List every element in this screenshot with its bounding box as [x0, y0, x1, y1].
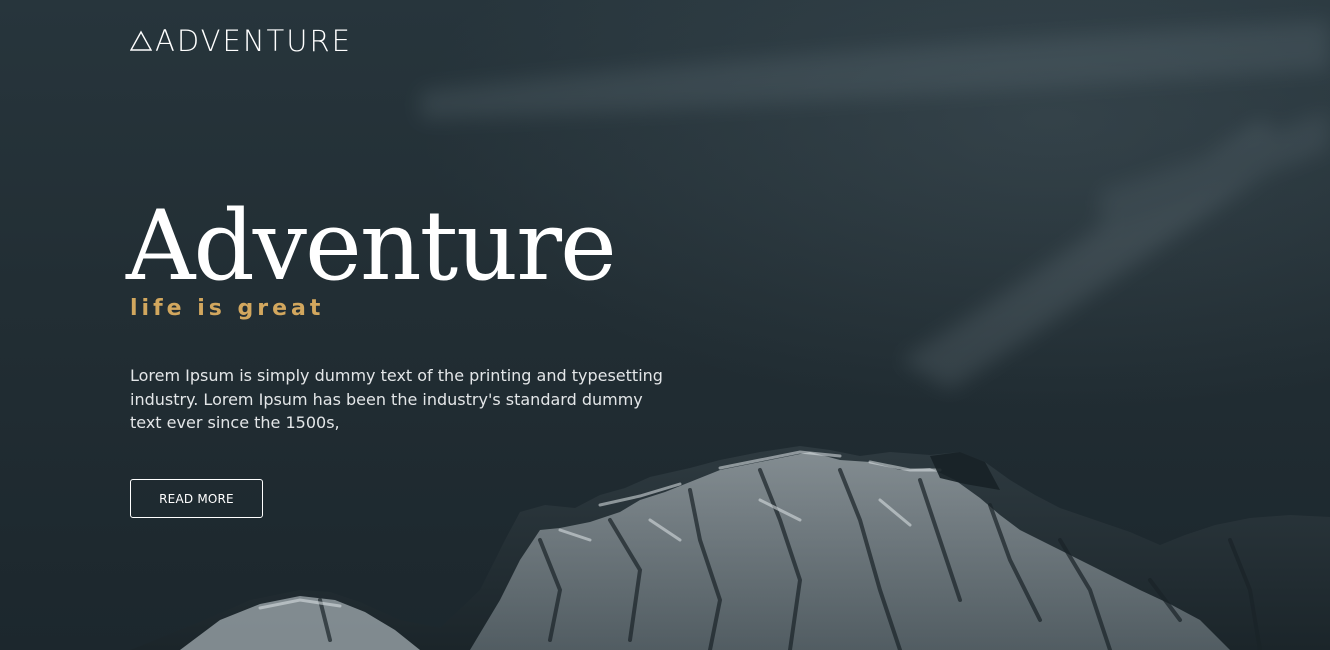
- triangle-icon: [130, 30, 152, 51]
- logo-text: ADVENTURE: [155, 24, 352, 58]
- mountain-background-image: [130, 20, 1330, 650]
- hero-tagline: life is great: [130, 296, 325, 321]
- read-more-button[interactable]: READ MORE: [130, 479, 263, 518]
- hero-section: ADVENTURE Adventure life is great Lorem …: [0, 0, 1330, 650]
- logo[interactable]: ADVENTURE: [130, 24, 352, 58]
- hero-title: Adventure: [126, 190, 617, 302]
- hero-description: Lorem Ipsum is simply dummy text of the …: [130, 366, 663, 432]
